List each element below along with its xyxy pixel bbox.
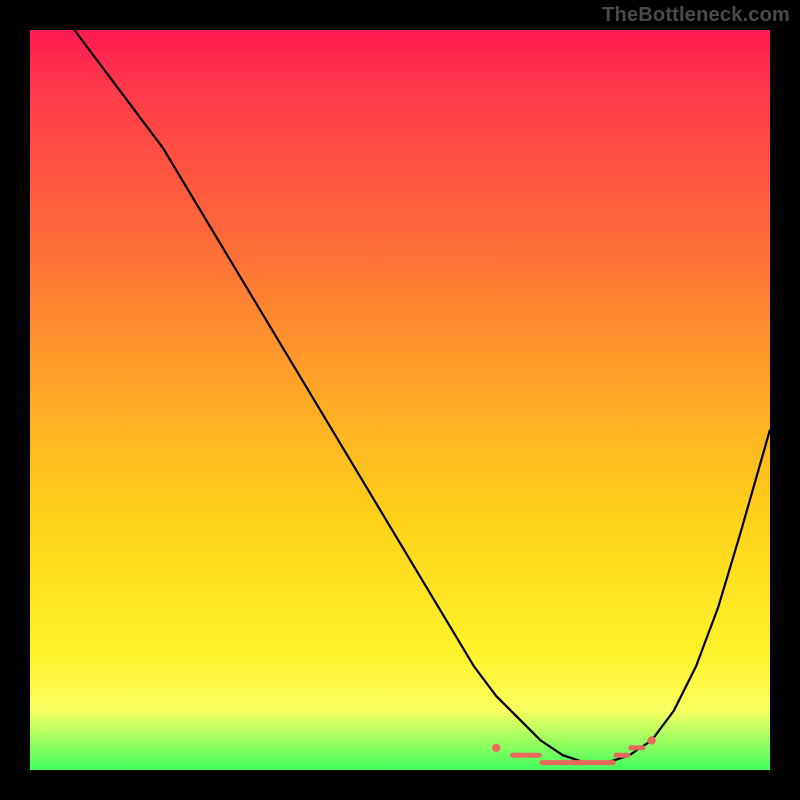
marker-dot — [647, 736, 655, 744]
watermark-text: TheBottleneck.com — [602, 4, 790, 27]
marker-dot — [492, 744, 500, 752]
chart-frame: TheBottleneck.com — [0, 0, 800, 800]
plot-area — [30, 30, 770, 770]
bottleneck-curve — [30, 30, 770, 763]
chart-overlay — [30, 30, 770, 770]
